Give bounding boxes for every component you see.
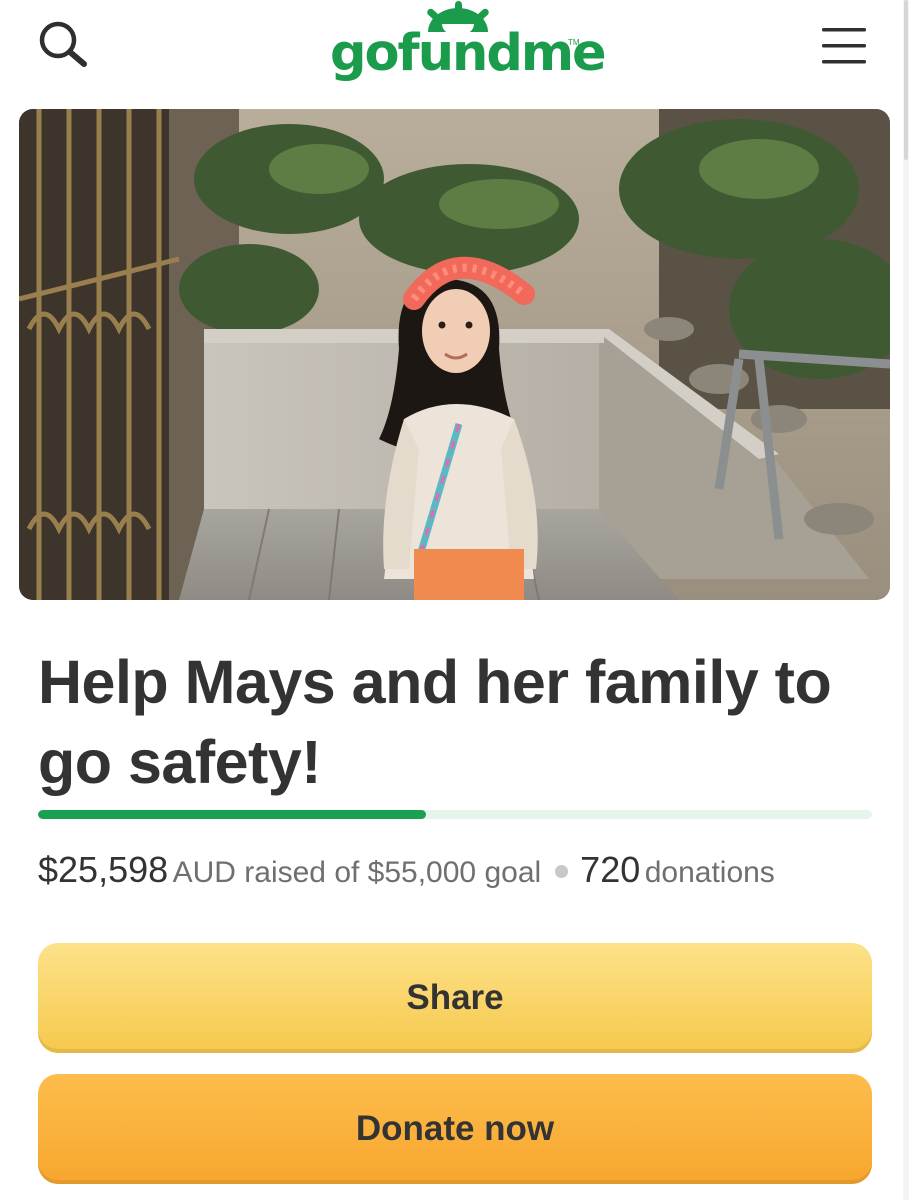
separator-dot bbox=[555, 865, 569, 878]
menu-button[interactable] bbox=[816, 22, 872, 70]
fundraising-progress-bar bbox=[38, 810, 872, 819]
donate-now-button[interactable]: Donate now bbox=[38, 1074, 872, 1184]
progress-bar-fill bbox=[38, 810, 426, 819]
campaign-title: Help Mays and her family to go safety! bbox=[38, 648, 832, 796]
donations-label: donations bbox=[644, 856, 775, 889]
scrollbar-track[interactable] bbox=[903, 0, 909, 1200]
top-header: gofundme TM bbox=[0, 0, 909, 100]
logo-trademark: TM bbox=[568, 38, 580, 47]
raised-goal-text: AUD raised of $55,000 goal bbox=[172, 856, 542, 889]
logo-wordmark: gofundme bbox=[330, 24, 607, 83]
donations-count: 720 bbox=[580, 849, 641, 890]
search-button[interactable] bbox=[36, 18, 92, 74]
hamburger-menu-icon bbox=[822, 28, 866, 64]
gofundme-logo[interactable]: gofundme TM bbox=[330, 0, 607, 96]
girl-with-red-headband-photo bbox=[19, 109, 890, 600]
search-icon bbox=[39, 21, 87, 67]
campaign-hero-image[interactable] bbox=[19, 109, 890, 600]
raised-amount: $25,598 bbox=[38, 849, 169, 890]
fundraising-stats: $25,598 AUD raised of $55,000 goal 720 do… bbox=[38, 848, 898, 900]
share-button[interactable]: Share bbox=[38, 943, 872, 1053]
